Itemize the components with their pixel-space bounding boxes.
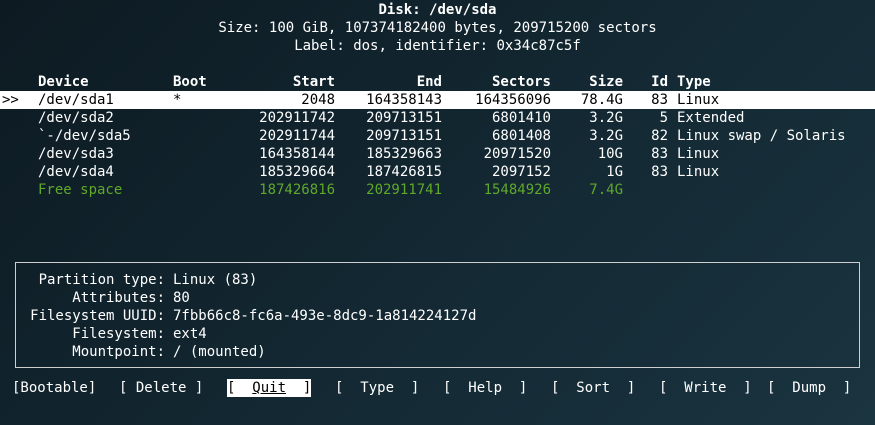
row-sectors: 2097152 [491, 164, 551, 180]
row-type: Linux swap / Solaris [677, 128, 846, 144]
delete-button[interactable]: [ Delete ] [119, 379, 203, 397]
table-row[interactable]: `-/dev/sda5 202911744 209713151 6801408 … [0, 127, 875, 145]
row-end: 209713151 [366, 110, 442, 126]
table-row[interactable]: /dev/sda2 202911742 209713151 6801410 3.… [0, 109, 875, 127]
disk-label: Label: dos, identifier: 0x34c87c5f [294, 38, 581, 54]
col-type: Type [677, 74, 711, 90]
col-end: End [416, 74, 442, 90]
row-sectors: 6801410 [491, 110, 551, 126]
info-label: Filesystem UUID: [30, 308, 165, 324]
write-button[interactable]: [ Write ] [659, 379, 752, 397]
row-end: 202911741 [366, 182, 442, 198]
row-id: 83 [651, 146, 668, 162]
disk-size: Size: 100 GiB, 107374182400 bytes, 20971… [218, 20, 657, 36]
bootable-button[interactable]: [Bootable] [12, 379, 96, 397]
row-size: 78.4G [580, 92, 623, 108]
table-row-selected[interactable]: >> /dev/sda1 * 2048 164358143 164356096 … [0, 91, 875, 109]
info-label: Filesystem: [72, 326, 165, 342]
row-id: 5 [659, 110, 668, 126]
help-button[interactable]: [ Help ] [443, 379, 527, 397]
sort-button[interactable]: [ Sort ] [551, 379, 635, 397]
col-size: Size [589, 74, 623, 90]
info-label: Attributes: [72, 290, 165, 306]
row-size: 10G [597, 146, 623, 162]
col-boot: Boot [173, 74, 207, 90]
row-type: Linux [677, 92, 720, 108]
row-end: 185329663 [366, 146, 442, 162]
row-id [640, 181, 668, 199]
row-size: 3.2G [589, 110, 623, 126]
row-size: 1G [606, 164, 623, 180]
table-row-free-space[interactable]: Free space 187426816 202911741 15484926 … [0, 181, 875, 199]
row-start: 164358144 [259, 146, 335, 162]
dump-button[interactable]: [ Dump ] [767, 379, 851, 397]
row-device: /dev/sda2 [38, 110, 114, 126]
quit-button[interactable]: [ Quit ] [227, 379, 312, 397]
info-value: / (mounted) [173, 344, 266, 360]
col-id: Id [651, 74, 668, 90]
row-start: 202911744 [259, 128, 335, 144]
row-device: /dev/sda1 [38, 92, 114, 108]
quit-bracket-right: ] [286, 380, 312, 396]
quit-label: Quit [252, 380, 287, 396]
info-value: 80 [173, 290, 190, 306]
row-start: 202911742 [259, 110, 335, 126]
row-end: 209713151 [366, 128, 442, 144]
quit-bracket-left: [ [227, 380, 253, 396]
row-device: Free space [38, 182, 123, 198]
row-sectors: 6801408 [491, 128, 551, 144]
col-device: Device [38, 74, 89, 90]
type-button[interactable]: [ Type ] [335, 379, 419, 397]
row-start: 2048 [301, 92, 335, 108]
row-device: /dev/sda4 [38, 164, 114, 180]
row-id: 82 [651, 128, 668, 144]
row-device: /dev/sda3 [38, 146, 114, 162]
col-sectors: Sectors [491, 74, 551, 90]
table-row[interactable]: /dev/sda4 185329664 187426815 2097152 1G… [0, 163, 875, 181]
row-size: 7.4G [589, 182, 623, 198]
row-sectors: 15484926 [483, 182, 551, 198]
info-value: Linux (83) [173, 272, 258, 288]
row-type: Extended [677, 110, 745, 126]
row-device: `-/dev/sda5 [38, 128, 131, 144]
info-label: Mountpoint: [72, 344, 165, 360]
row-id: 83 [651, 164, 668, 180]
info-value: 7fbb66c8-fc6a-493e-8dc9-1a814224127d [173, 308, 477, 324]
partition-info-box: Partition type: Linux (83) Attributes: 8… [15, 262, 860, 368]
row-size: 3.2G [589, 128, 623, 144]
row-end: 164358143 [366, 92, 442, 108]
info-label: Partition type: [38, 272, 165, 288]
row-cursor: >> [2, 92, 19, 108]
row-id: 83 [651, 92, 668, 108]
row-end: 187426815 [366, 164, 442, 180]
row-start: 187426816 [259, 182, 335, 198]
row-type: Linux [677, 164, 720, 180]
col-start: Start [292, 74, 335, 90]
row-sectors: 20971520 [483, 146, 551, 162]
table-header: Device Boot Start End Sectors Size Id Ty… [0, 73, 875, 91]
row-sectors: 164356096 [475, 92, 551, 108]
row-type: Linux [677, 146, 720, 162]
info-value: ext4 [173, 326, 207, 342]
row-boot: * [173, 92, 182, 108]
disk-title: Disk: /dev/sda [378, 2, 497, 18]
row-start: 185329664 [259, 164, 335, 180]
table-row[interactable]: /dev/sda3 164358144 185329663 20971520 1… [0, 145, 875, 163]
